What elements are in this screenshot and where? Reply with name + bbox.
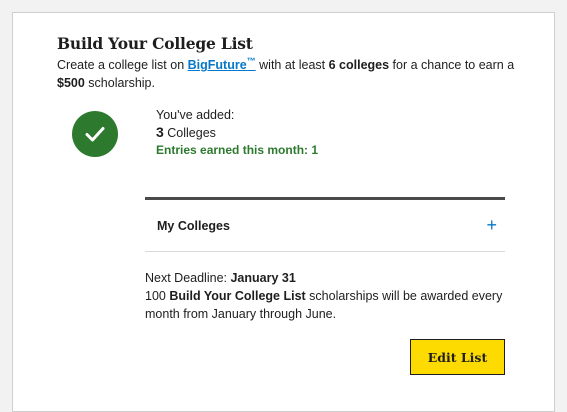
min-colleges: 6 colleges [328,58,390,72]
added-summary: You've added: 3 Colleges Entries earned … [156,107,318,159]
scholarship-info: 100 Build Your College List scholarships… [145,287,505,323]
college-count: 3 [156,124,164,140]
deadline-info: Next Deadline: January 31 100 Build Your… [145,269,505,323]
scholarship-amount: $500 [57,76,85,90]
card-description: Create a college list on BigFuture™ with… [57,56,527,92]
bigfuture-link-text[interactable]: BigFuture [188,58,247,72]
description-middle: with at least [255,58,329,72]
deadline-label: Next Deadline: [145,271,231,285]
added-label: You've added: [156,108,235,122]
description-prefix: Create a college list on [57,58,188,72]
program-name: Build Your College List [169,289,306,303]
plus-icon[interactable]: + [486,216,497,234]
entries-earned: Entries earned this month: 1 [156,143,319,157]
deadline-date: January 31 [230,271,296,285]
my-colleges-label: My Colleges [157,219,230,233]
college-count-line: 3 Colleges [156,124,318,142]
scholarship-count: 100 [145,289,170,303]
scholarship-card: Build Your College List Create a college… [12,12,555,412]
trademark-symbol: ™ [246,55,256,66]
card-title: Build Your College List [57,34,253,53]
deadline-line: Next Deadline: January 31 [145,269,505,287]
college-count-unit: Colleges [163,126,216,140]
my-colleges-toggle[interactable]: My Colleges + [145,200,505,252]
description-suffix: for a chance to earn a [389,58,515,72]
bigfuture-link[interactable]: BigFuture™ [188,55,256,72]
description-end: scholarship. [84,76,155,90]
check-icon [72,111,118,157]
edit-list-button[interactable]: Edit List [410,339,505,375]
